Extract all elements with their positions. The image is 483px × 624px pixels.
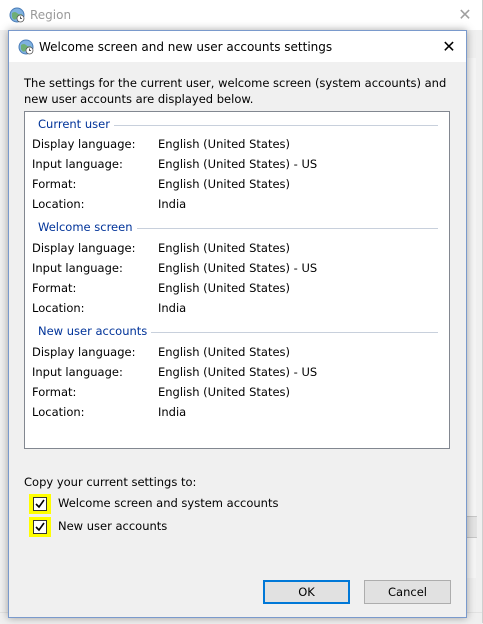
setting-label: Display language: bbox=[32, 137, 136, 151]
setting-label: Location: bbox=[32, 405, 85, 419]
checkmark-icon bbox=[35, 522, 45, 532]
region-close-icon[interactable]: ✕ bbox=[451, 2, 479, 28]
setting-row: Location: India bbox=[32, 405, 442, 425]
close-icon[interactable]: ✕ bbox=[432, 31, 466, 62]
setting-value: English (United States) bbox=[158, 177, 291, 191]
setting-row: Format: English (United States) bbox=[32, 281, 442, 301]
region-window-content-edge bbox=[466, 58, 477, 578]
setting-value: English (United States) bbox=[158, 345, 291, 359]
checkbox-label[interactable]: Welcome screen and system accounts bbox=[58, 496, 278, 510]
region-hidden-button bbox=[466, 516, 477, 538]
setting-label: Display language: bbox=[32, 345, 136, 359]
section-title: Welcome screen bbox=[38, 220, 137, 234]
dialog-titlebar: Welcome screen and new user accounts set… bbox=[9, 31, 466, 62]
setting-label: Format: bbox=[32, 177, 77, 191]
section-welcome-screen: Welcome screen bbox=[25, 220, 449, 236]
setting-row: Format: English (United States) bbox=[32, 177, 442, 197]
checkbox-label[interactable]: New user accounts bbox=[58, 519, 167, 533]
copy-settings-label: Copy your current settings to: bbox=[24, 475, 197, 489]
section-title: New user accounts bbox=[38, 324, 152, 338]
setting-row: Input language: English (United States) … bbox=[32, 365, 442, 385]
setting-label: Display language: bbox=[32, 241, 136, 255]
setting-value: English (United States) - US bbox=[158, 157, 318, 171]
settings-dialog: Welcome screen and new user accounts set… bbox=[8, 30, 467, 618]
setting-value: English (United States) bbox=[158, 385, 291, 399]
region-titlebar: Region ✕ bbox=[0, 0, 483, 30]
setting-label: Input language: bbox=[32, 261, 123, 275]
section-divider bbox=[105, 125, 438, 126]
cancel-button[interactable]: Cancel bbox=[364, 580, 451, 604]
setting-value: English (United States) bbox=[158, 241, 291, 255]
setting-row: Location: India bbox=[32, 301, 442, 321]
setting-value: India bbox=[158, 405, 187, 419]
globe-clock-icon bbox=[17, 38, 35, 56]
setting-value: India bbox=[158, 197, 187, 211]
setting-label: Input language: bbox=[32, 157, 123, 171]
setting-value: English (United States) - US bbox=[158, 261, 318, 275]
setting-row: Display language: English (United States… bbox=[32, 345, 442, 365]
setting-row: Input language: English (United States) … bbox=[32, 261, 442, 281]
setting-label: Location: bbox=[32, 197, 85, 211]
setting-row: Format: English (United States) bbox=[32, 385, 442, 405]
setting-row: Display language: English (United States… bbox=[32, 137, 442, 157]
checkbox-box[interactable] bbox=[33, 520, 47, 534]
checkbox-box[interactable] bbox=[33, 497, 47, 511]
globe-clock-icon bbox=[8, 6, 26, 24]
section-title: Current user bbox=[38, 117, 114, 131]
setting-value: English (United States) bbox=[158, 281, 291, 295]
setting-label: Format: bbox=[32, 281, 77, 295]
dialog-intro-text: The settings for the current user, welco… bbox=[24, 76, 447, 106]
ok-button[interactable]: OK bbox=[263, 580, 350, 604]
section-current-user: Current user bbox=[25, 117, 449, 133]
checkmark-icon bbox=[35, 499, 45, 509]
dialog-title: Welcome screen and new user accounts set… bbox=[39, 40, 333, 54]
region-window-title: Region bbox=[30, 8, 72, 22]
section-divider bbox=[125, 228, 438, 229]
setting-value: English (United States) - US bbox=[158, 365, 318, 379]
setting-label: Input language: bbox=[32, 365, 123, 379]
setting-row: Location: India bbox=[32, 197, 442, 217]
setting-value: English (United States) bbox=[158, 137, 291, 151]
section-new-user-accounts: New user accounts bbox=[25, 324, 449, 340]
setting-value: India bbox=[158, 301, 187, 315]
setting-label: Location: bbox=[32, 301, 85, 315]
setting-row: Input language: English (United States) … bbox=[32, 157, 442, 177]
section-divider bbox=[138, 332, 438, 333]
setting-row: Display language: English (United States… bbox=[32, 241, 442, 261]
settings-summary-panel: Current user Display language: English (… bbox=[24, 111, 450, 449]
setting-label: Format: bbox=[32, 385, 77, 399]
